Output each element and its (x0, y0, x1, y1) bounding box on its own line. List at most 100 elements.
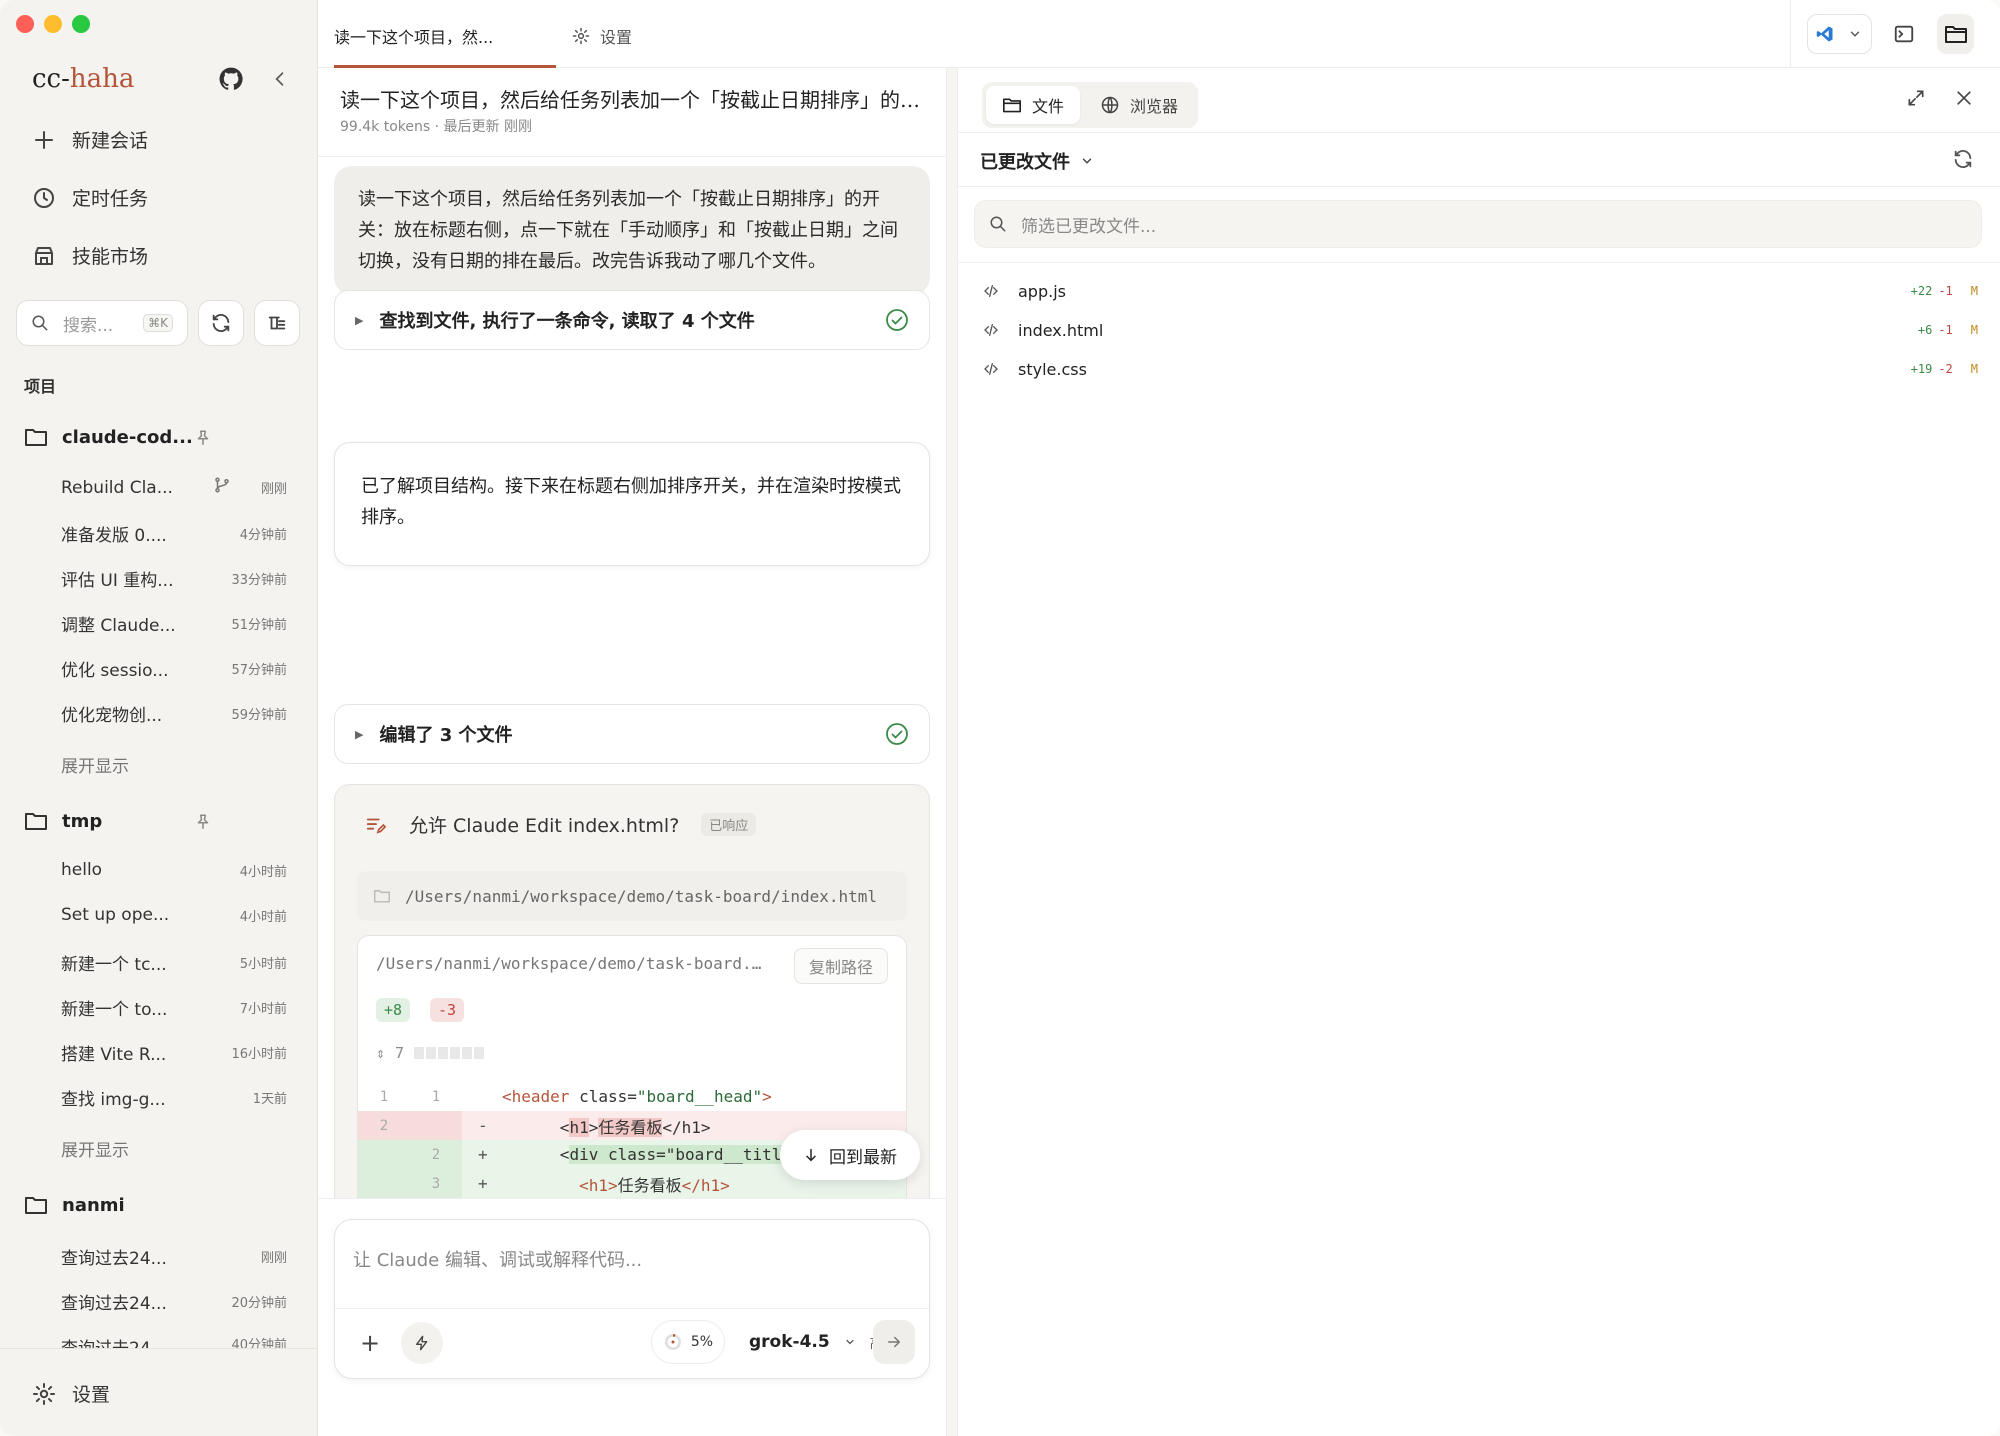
session-item[interactable]: 优化 sessio... 57分钟前 (61, 656, 287, 681)
clear-sessions-button[interactable] (254, 300, 300, 346)
trash-list-icon (268, 316, 286, 330)
project-tmp[interactable]: tmp (24, 810, 214, 832)
session-item[interactable]: 准备发版 0.... 4分钟前 (61, 521, 287, 546)
refresh-icon[interactable] (1952, 148, 1974, 175)
panel-resize-handle[interactable] (946, 68, 958, 1436)
tab-settings[interactable]: 设置 (572, 24, 632, 48)
permission-title: 允许 Claude Edit index.html? (409, 815, 680, 837)
settings-button[interactable]: 设置 (32, 1380, 110, 1407)
file-name: app.js (1018, 281, 1066, 301)
removed-lines: -1 (1938, 284, 1953, 298)
expand-icon[interactable] (1906, 88, 1926, 113)
tab-bar: 读一下这个项目，然... 设置 (318, 0, 2000, 68)
attach-button[interactable]: + (353, 1326, 387, 1360)
changed-file-row[interactable]: index.html +6 -1 M (982, 315, 1978, 345)
session-item[interactable]: hello 4小时前 (61, 860, 287, 880)
composer-input[interactable]: 让 Claude 编辑、调试或解释代码... (353, 1246, 642, 1272)
skills-market-button[interactable]: 技能市场 (32, 242, 148, 269)
scheduled-tasks-button[interactable]: 定时任务 (32, 184, 148, 211)
quick-actions-button[interactable] (401, 1322, 443, 1364)
tool-summary-card[interactable]: ▶ 查找到文件, 执行了一条命令, 读取了 4 个文件 (334, 290, 930, 350)
refresh-button[interactable] (198, 300, 244, 346)
session-item[interactable]: 评估 UI 重构... 33分钟前 (61, 566, 287, 591)
diff-file-path: /Users/nanmi/workspace/demo/task-board..… (376, 954, 766, 973)
open-in-editor-button[interactable] (1807, 14, 1872, 54)
minimize-window-button[interactable] (44, 15, 62, 33)
arrow-right-icon (888, 1336, 901, 1348)
expand-sessions-button[interactable]: 展开显示 (61, 1136, 129, 1161)
jump-to-latest-button[interactable]: 回到最新 (780, 1130, 920, 1180)
session-item[interactable]: 调整 Claude... 51分钟前 (61, 611, 287, 636)
session-title: 优化宠物创... (61, 706, 163, 726)
clock-icon (34, 187, 54, 208)
jump-latest-label: 回到最新 (829, 1147, 897, 1168)
session-item[interactable]: 查找 img-g... 1天前 (61, 1085, 287, 1110)
session-item[interactable]: 新建一个 tc... 5小时前 (61, 950, 287, 975)
changed-file-row[interactable]: app.js +22 -1 M (982, 276, 1978, 306)
maximize-window-button[interactable] (72, 15, 90, 33)
changed-file-row[interactable]: style.css +19 -2 M (982, 354, 1978, 384)
close-window-button[interactable] (16, 15, 34, 33)
close-icon[interactable] (1954, 88, 1974, 113)
added-lines: +19 (1910, 362, 1933, 376)
added-lines: +6 (1917, 323, 1933, 337)
tab-files[interactable]: 文件 (986, 86, 1081, 124)
session-time: 33分钟前 (231, 573, 287, 588)
session-title: 优化 sessio... (61, 661, 169, 681)
github-icon[interactable] (218, 66, 244, 97)
tab-label: 设置 (600, 28, 633, 47)
session-item[interactable]: 查询过去24... 刚刚 (61, 1244, 287, 1269)
store-icon (35, 246, 53, 265)
project-nanmi[interactable]: nanmi (24, 1194, 214, 1216)
session-item[interactable]: 搭建 Vite R... 16小时前 (61, 1040, 287, 1065)
search-placeholder: 搜索... (63, 315, 114, 336)
copy-path-button[interactable]: 复制路径 (793, 948, 888, 984)
code-text: <div class="board__title"> (502, 1145, 810, 1164)
pin-icon[interactable] (194, 429, 212, 452)
folder-icon (25, 429, 47, 446)
session-time: 1天前 (252, 1092, 287, 1107)
old-line-number: 1 (379, 1088, 389, 1105)
tool-summary-card[interactable]: ▶ 编辑了 3 个文件 (334, 704, 930, 764)
session-item[interactable]: 查询过去24...40分钟前 (61, 1334, 287, 1348)
terminal-button[interactable] (1886, 14, 1923, 54)
context-usage-indicator[interactable]: 5% (651, 1320, 725, 1364)
context-percent: 5% (690, 1334, 714, 1350)
collapse-sidebar-icon[interactable] (270, 69, 290, 94)
sidebar-search-input[interactable]: 搜索... ⌘K (16, 300, 188, 346)
composer-area: 让 Claude 编辑、调试或解释代码... + 5% grok-4.5 高 (318, 1198, 946, 1436)
code-text: <h1>任务看板</h1> (502, 1117, 711, 1137)
session-item[interactable]: 优化宠物创... 59分钟前 (61, 701, 287, 726)
session-item[interactable]: 查询过去24... 20分钟前 (61, 1289, 287, 1314)
folder-open-icon (1002, 98, 1021, 113)
tab-current-session[interactable]: 读一下这个项目，然... (334, 0, 556, 68)
session-item[interactable]: Rebuild Cla... 刚刚 (61, 476, 287, 499)
refresh-icon (212, 314, 230, 332)
session-title: 读一下这个项目，然后给任务列表加一个「按截止日期排序」的开关：放在标题右侧，点一… (340, 88, 920, 112)
changed-files-dropdown[interactable]: 已更改文件 (980, 148, 1094, 174)
project-claude-code[interactable]: claude-cod... (24, 426, 214, 448)
pin-icon[interactable] (194, 813, 212, 836)
arrow-down-icon (806, 1148, 816, 1162)
model-name: grok-4.5 (749, 1332, 830, 1352)
send-button[interactable] (873, 1320, 915, 1364)
divider (318, 156, 946, 157)
search-icon (990, 216, 1006, 232)
code-icon (984, 363, 998, 375)
file-name: style.css (1018, 359, 1087, 379)
new-session-button[interactable]: 新建会话 (32, 126, 148, 153)
composer[interactable]: 让 Claude 编辑、调试或解释代码... + 5% grok-4.5 高 (334, 1219, 930, 1379)
model-selector[interactable]: grok-4.5 高 (749, 1332, 883, 1352)
hunk-header[interactable]: ⇕ 7 (376, 1044, 487, 1062)
session-item[interactable]: 新建一个 to... 7小时前 (61, 995, 287, 1020)
tool-summary-label: 查找到文件, 执行了一条命令, 读取了 4 个文件 (379, 311, 755, 332)
filter-files-input[interactable]: 筛选已更改文件... (974, 200, 1982, 248)
tab-browser[interactable]: 浏览器 (1084, 86, 1194, 124)
new-line-number: 3 (431, 1175, 441, 1192)
files-panel-button[interactable] (1936, 14, 1975, 54)
session-item[interactable]: Set up ope... 4小时前 (61, 905, 287, 925)
expand-sessions-button[interactable]: 展开显示 (61, 752, 129, 777)
check-circle-icon (886, 723, 908, 745)
app-logo: cc-haha (32, 64, 135, 94)
code-text: <header class="board__head"> (502, 1087, 772, 1106)
